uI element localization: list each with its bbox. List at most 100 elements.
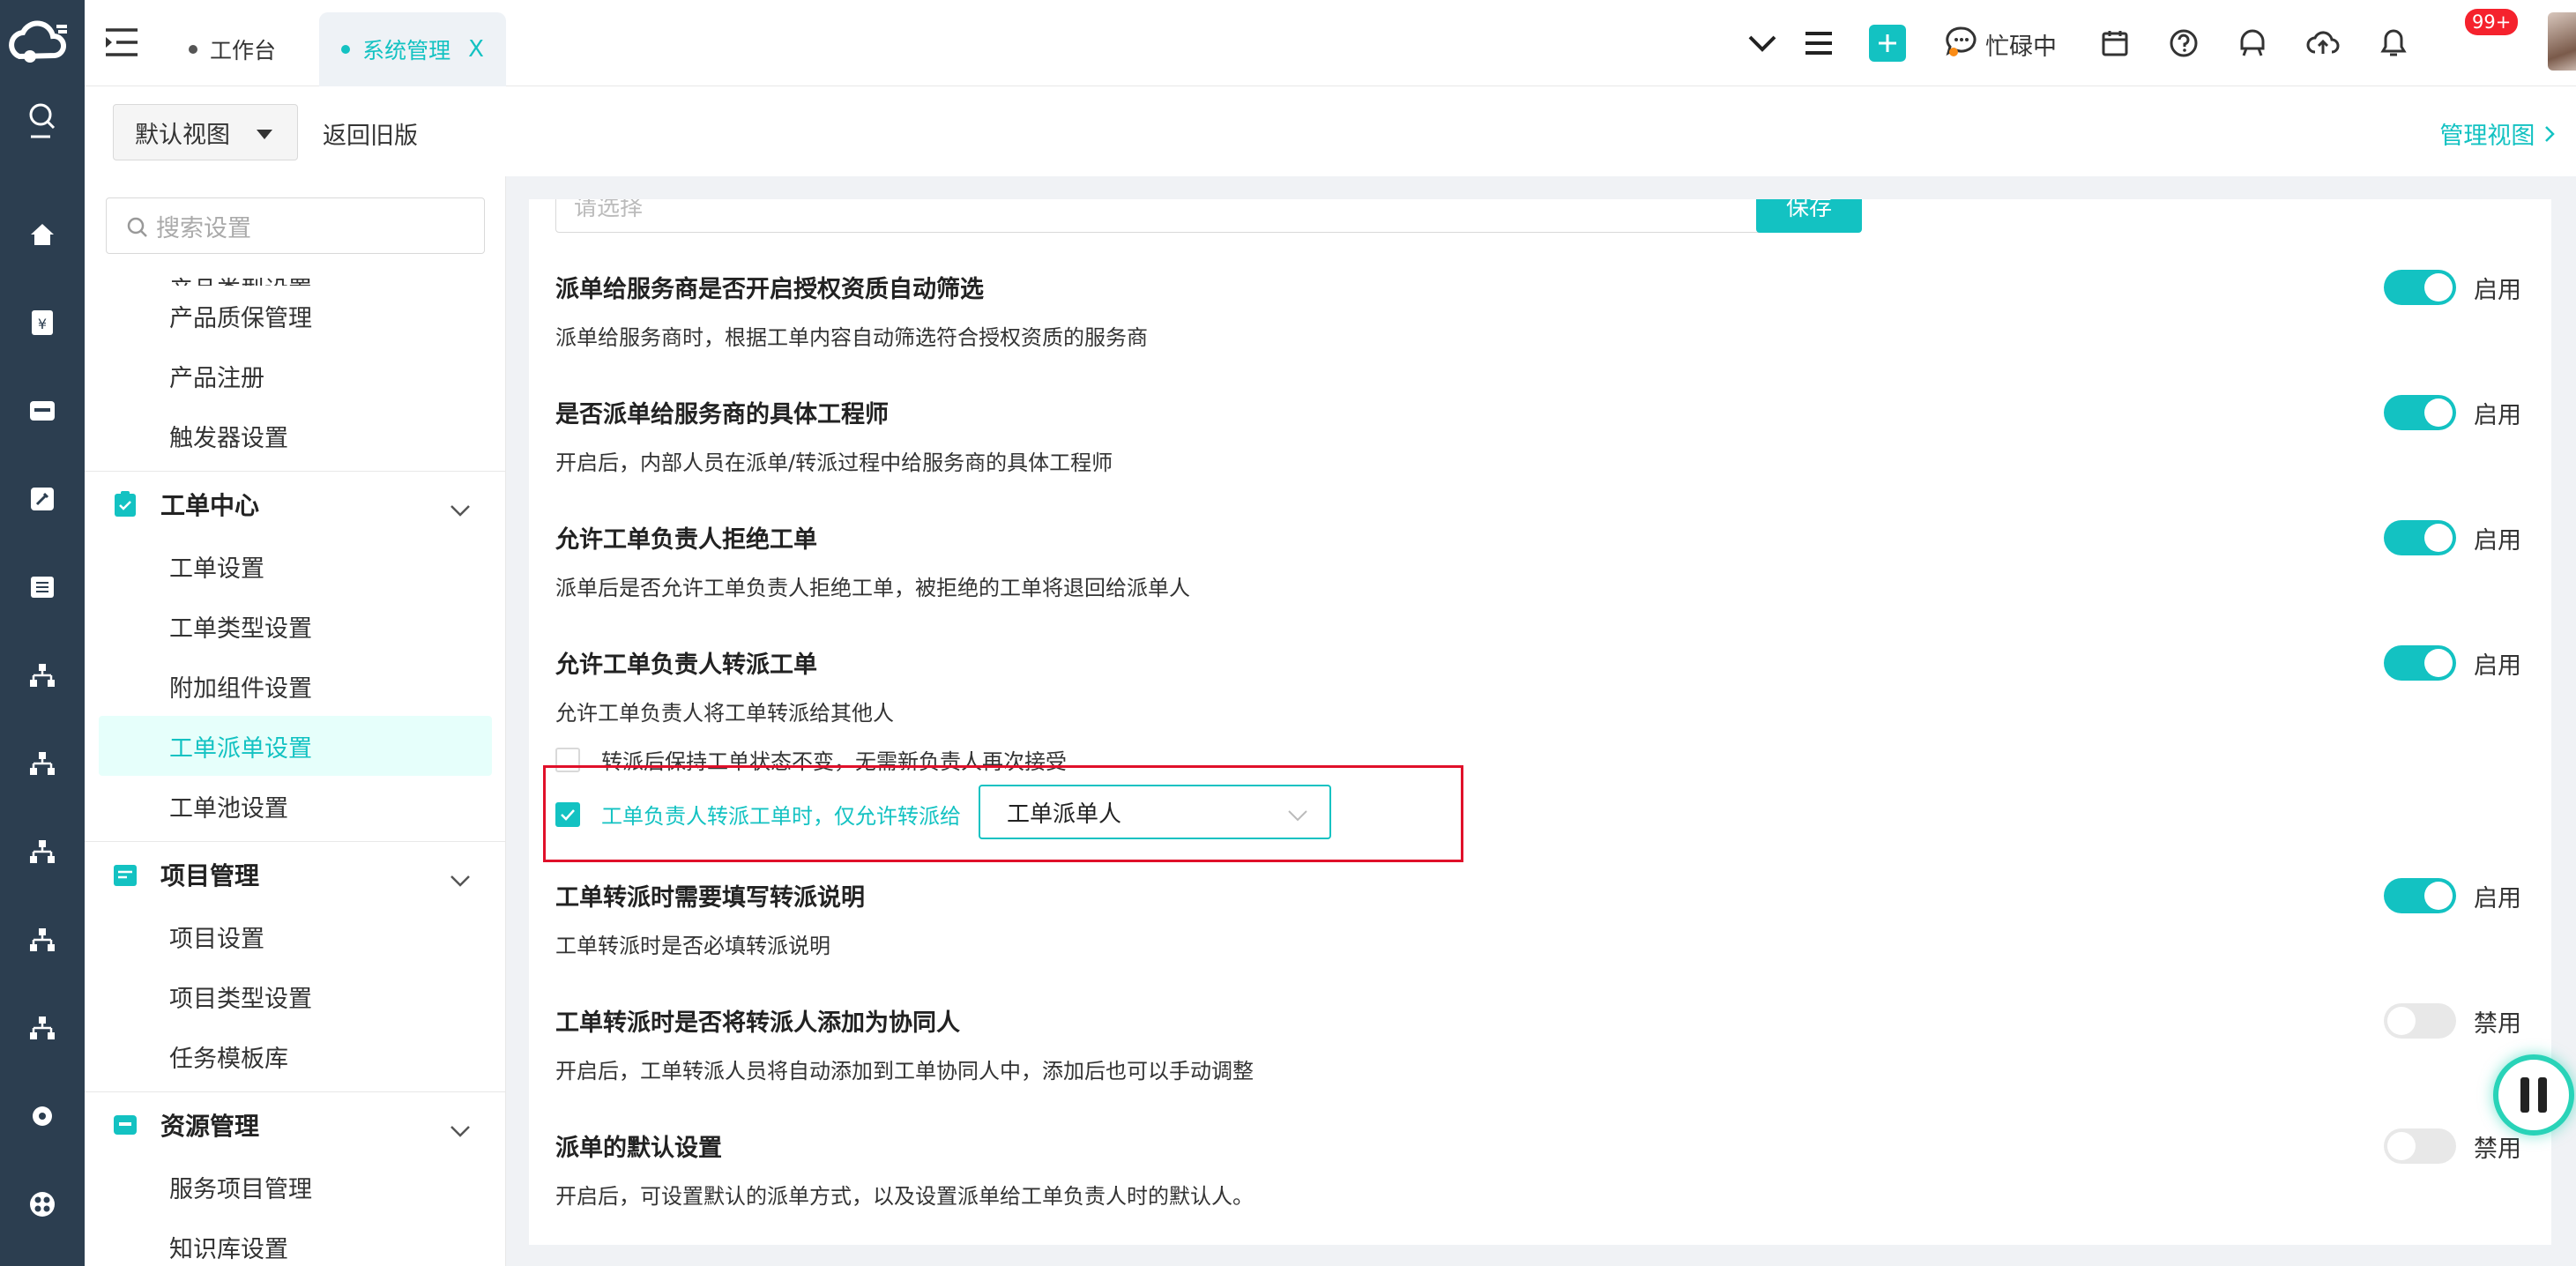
toggle-switch[interactable] — [2384, 1003, 2456, 1039]
nav-item-product-warranty[interactable]: 产品质保管理 — [85, 286, 505, 346]
tab-system-management-inner[interactable]: 系统管理 X — [319, 12, 506, 86]
nav-item-addon-settings[interactable]: 附加组件设置 — [85, 656, 505, 716]
toggle-switch[interactable] — [2384, 878, 2456, 913]
project-icon — [111, 860, 139, 889]
toggle-switch[interactable] — [2384, 1128, 2456, 1164]
setting-desc: 开启后，工单转派人员将自动添加到工单协同人中，添加后也可以手动调整 — [555, 1059, 1254, 1084]
setting-desc: 派单给服务商时，根据工单内容自动筛选符合授权资质的服务商 — [555, 325, 1148, 350]
hamburger-menu-icon[interactable] — [1798, 23, 1839, 63]
back-to-old-version-link[interactable]: 返回旧版 — [323, 116, 418, 151]
setting-toggle[interactable]: 禁用 — [2384, 1128, 2521, 1164]
toggle-switch[interactable] — [2384, 270, 2456, 305]
clipboard-icon — [111, 490, 139, 518]
nav-item-task-template-library[interactable]: 任务模板库 — [85, 1026, 505, 1086]
finance-icon[interactable]: ¥ — [21, 302, 63, 344]
nav-item-trigger-settings[interactable]: 触发器设置 — [85, 406, 505, 465]
tab-close-icon[interactable]: X — [468, 36, 484, 63]
top-bar: 工作台 系统管理 X 忙碌中 99+ — [85, 0, 2576, 86]
setting-title: 允许工单负责人拒绝工单 — [555, 526, 817, 554]
search-input[interactable]: 搜索设置 — [106, 197, 485, 254]
nav-item-service-item-management[interactable]: 服务项目管理 — [85, 1157, 505, 1217]
avatar[interactable] — [2548, 12, 2576, 71]
user-status[interactable]: 忙碌中 — [1945, 25, 2057, 63]
nav-group-resource-management[interactable]: 资源管理 — [85, 1091, 505, 1157]
caret-down-icon — [257, 130, 272, 139]
nav-group-ticket-center[interactable]: 工单中心 — [85, 471, 505, 536]
toggle-switch[interactable] — [2384, 395, 2456, 430]
tab-workbench[interactable]: 工作台 — [189, 12, 339, 86]
nav-item-product-registration[interactable]: 产品注册 — [85, 346, 505, 406]
add-button[interactable] — [1869, 25, 1906, 62]
calendar-icon[interactable] — [2095, 23, 2135, 63]
nav-item-ticket-settings[interactable]: 工单设置 — [85, 536, 505, 596]
setting-toggle[interactable]: 启用 — [2384, 520, 2521, 555]
nav-item-product-type[interactable]: 产品类型设置 — [85, 261, 505, 286]
sub-header: 默认视图 返回旧版 管理视图 — [85, 86, 2576, 176]
tab-dot-icon — [341, 45, 351, 54]
chevron-down-icon — [450, 865, 471, 894]
list-icon[interactable] — [21, 566, 63, 608]
setting-title: 工单转派时是否将转派人添加为协同人 — [555, 1009, 960, 1037]
gear-icon[interactable] — [21, 1095, 63, 1137]
status-label: 忙碌中 — [1985, 33, 2057, 61]
nav-item-project-settings[interactable]: 项目设置 — [85, 906, 505, 966]
org-chart-icon[interactable] — [21, 742, 63, 785]
toggle-label: 启用 — [2474, 526, 2521, 555]
org-chart-icon[interactable] — [21, 654, 63, 696]
assistant-icon[interactable] — [2232, 23, 2273, 63]
nav-group-label: 工单中心 — [160, 490, 260, 520]
svg-text:¥: ¥ — [38, 316, 47, 332]
save-button[interactable]: 保存 — [1756, 199, 1862, 233]
org-chart-icon[interactable] — [21, 919, 63, 961]
apps-icon[interactable] — [21, 1183, 63, 1225]
setting-desc: 开启后，可设置默认的派单方式，以及设置派单给工单负责人时的默认人。 — [555, 1184, 1254, 1209]
setting-toggle[interactable]: 禁用 — [2384, 1003, 2521, 1039]
nav-group-project-management[interactable]: 项目管理 — [85, 841, 505, 906]
nav-item-project-type-settings[interactable]: 项目类型设置 — [85, 966, 505, 1026]
org-chart-icon[interactable] — [21, 1007, 63, 1049]
pause-icon — [2538, 1077, 2547, 1113]
setting-desc: 允许工单负责人将工单转派给其他人 — [555, 701, 894, 726]
cloud-upload-icon[interactable] — [2303, 23, 2343, 63]
tools-icon[interactable] — [21, 478, 63, 520]
select-input[interactable]: 请选择 — [555, 199, 1761, 233]
checkbox-checked[interactable] — [555, 801, 580, 827]
search-icon[interactable] — [21, 99, 63, 141]
help-icon[interactable] — [2163, 23, 2204, 63]
tab-label: 工作台 — [210, 38, 277, 63]
toggle-switch[interactable] — [2384, 520, 2456, 555]
inbox-icon[interactable] — [21, 390, 63, 432]
nav-item-knowledge-base-settings[interactable]: 知识库设置 — [85, 1217, 505, 1266]
setting-toggle[interactable]: 启用 — [2384, 645, 2521, 681]
view-select[interactable]: 默认视图 — [113, 104, 298, 160]
nav-item-ticket-type-settings[interactable]: 工单类型设置 — [85, 596, 505, 656]
settings-content: 请选择 保存 派单给服务商是否开启授权资质自动筛选 派单给服务商时，根据工单内容… — [529, 199, 2551, 1245]
chevron-down-icon[interactable] — [1742, 23, 1783, 63]
setting-toggle[interactable]: 启用 — [2384, 878, 2521, 913]
setting-toggle[interactable]: 启用 — [2384, 395, 2521, 430]
toggle-switch[interactable] — [2384, 645, 2456, 681]
nav-item-dispatch-settings[interactable]: 工单派单设置 — [99, 716, 492, 776]
icon-rail: ¥ — [0, 0, 85, 1266]
setting-auto-filter-qualification: 派单给服务商是否开启授权资质自动筛选 派单给服务商时，根据工单内容自动筛选符合授… — [555, 270, 2521, 351]
home-icon[interactable] — [21, 213, 63, 256]
org-chart-icon[interactable] — [21, 830, 63, 873]
bell-icon[interactable] — [2373, 23, 2414, 63]
search-placeholder: 搜索设置 — [156, 214, 251, 242]
nav-group-label: 项目管理 — [160, 860, 260, 890]
manage-view-link[interactable]: 管理视图 — [2439, 116, 2557, 151]
manage-view-label: 管理视图 — [2439, 123, 2535, 150]
transfer-target-dropdown[interactable]: 工单派单人 — [979, 785, 1331, 839]
setting-desc: 开启后，内部人员在派单/转派过程中给服务商的具体工程师 — [555, 451, 1113, 475]
cloud-logo-icon[interactable] — [7, 12, 78, 74]
setting-toggle[interactable]: 启用 — [2384, 270, 2521, 305]
checkbox-only-allow-transfer[interactable]: 工单负责人转派工单时，仅允许转派给 — [555, 799, 961, 830]
setting-title: 工单转派时需要填写转派说明 — [555, 884, 865, 912]
setting-require-transfer-note: 工单转派时需要填写转派说明 工单转派时是否必填转派说明 启用 — [555, 878, 2521, 959]
nav-list: 产品类型设置 产品质保管理 产品注册 触发器设置 工单中心 工单设置 工单类型设… — [85, 261, 505, 1266]
nav-item-ticket-pool-settings[interactable]: 工单池设置 — [85, 776, 505, 836]
toggle-label: 启用 — [2474, 884, 2521, 912]
pause-float-button[interactable] — [2493, 1054, 2574, 1136]
menu-toggle-icon[interactable] — [102, 25, 141, 60]
toggle-label: 禁用 — [2474, 1135, 2521, 1163]
